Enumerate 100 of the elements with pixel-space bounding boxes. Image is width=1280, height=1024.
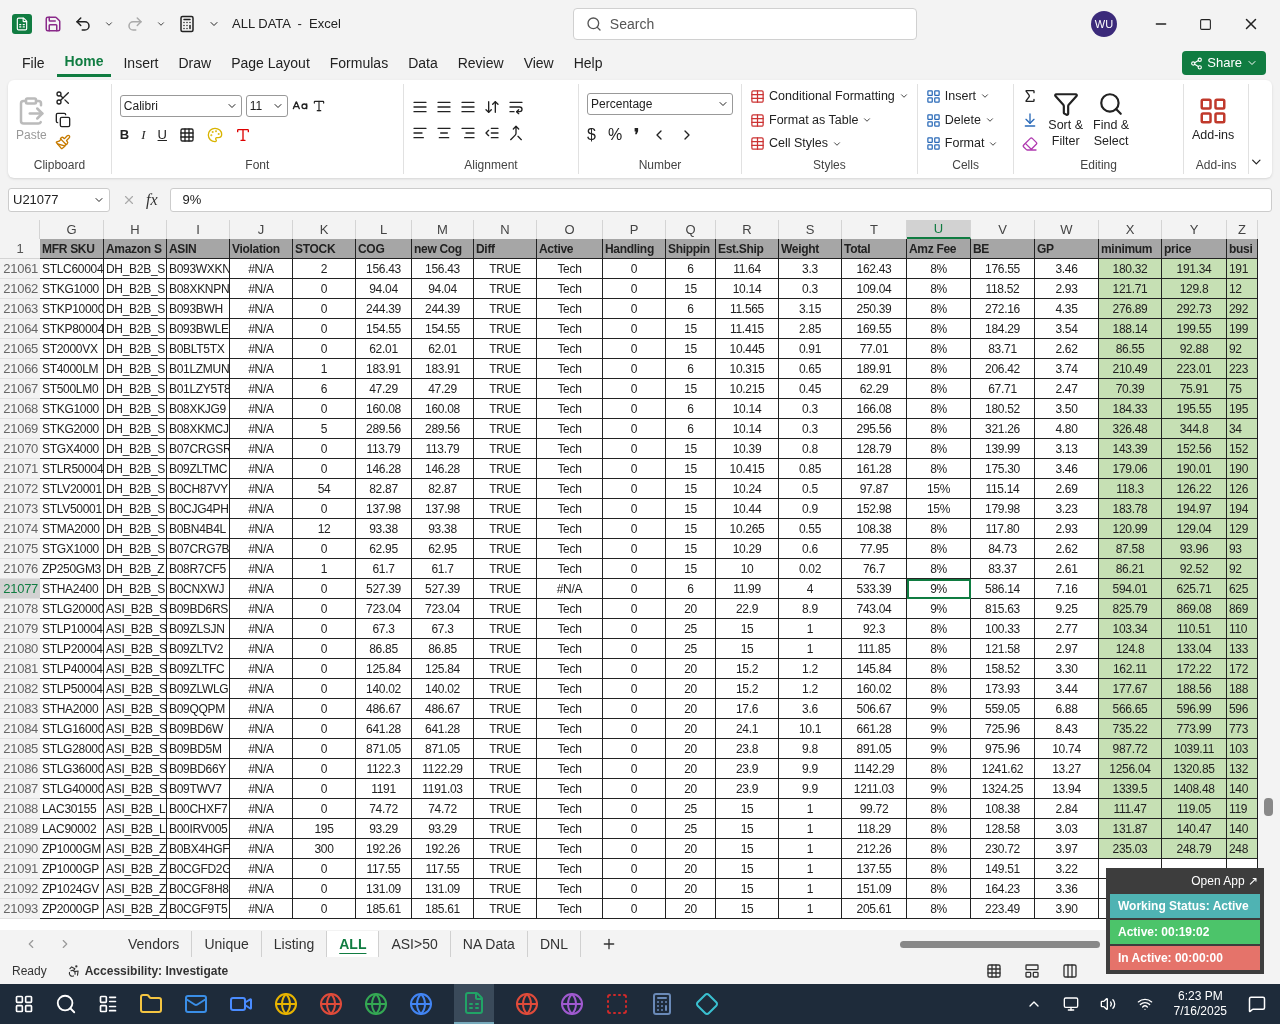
task-view-icon[interactable] — [98, 994, 118, 1014]
align-bottom-icon[interactable] — [459, 99, 476, 115]
sheet-tab[interactable]: ASI>50 — [379, 931, 451, 957]
browser-icon[interactable] — [319, 992, 343, 1016]
wifi-icon[interactable] — [1136, 996, 1153, 1012]
number-format-dropdown[interactable]: Percentage — [587, 93, 734, 115]
ribbon-tab[interactable]: Home — [56, 49, 112, 77]
calculator-icon[interactable] — [178, 15, 196, 33]
sheet-tab[interactable]: ALL — [327, 931, 380, 957]
row-number[interactable]: 21073 — [0, 499, 40, 519]
ribbon-tab[interactable]: Page Layout — [223, 49, 318, 77]
row-number[interactable]: 21092 — [0, 879, 40, 899]
browser-icon[interactable] — [515, 992, 539, 1016]
ribbon-tab[interactable]: Draw — [170, 49, 220, 77]
font-family-dropdown[interactable]: Calibri — [119, 95, 242, 118]
styles-button[interactable]: Conditional Formatting — [750, 86, 909, 106]
row-number[interactable]: 21082 — [0, 679, 40, 699]
currency-button[interactable]: $ — [587, 123, 596, 147]
browser-icon[interactable] — [560, 992, 584, 1016]
undo-icon[interactable] — [74, 15, 92, 33]
row-number[interactable]: 1 — [0, 239, 40, 259]
page-layout-icon[interactable] — [1024, 963, 1040, 979]
accessibility-icon[interactable] — [66, 964, 81, 978]
wrap-text-icon[interactable] — [507, 99, 524, 115]
sort-filter-button[interactable]: Sort & Filter — [1048, 91, 1084, 149]
ribbon-tab[interactable]: View — [515, 49, 562, 77]
sheet-tab[interactable]: NA Data — [450, 931, 528, 957]
copy-icon[interactable] — [54, 112, 71, 128]
comma-button[interactable]: ❜ — [634, 123, 640, 147]
fx-label[interactable]: fx — [146, 188, 158, 212]
search-field[interactable]: Search — [572, 8, 917, 40]
sheet-tab[interactable]: DNL — [527, 931, 581, 957]
row-number[interactable]: 21090 — [0, 839, 40, 859]
format-painter-icon[interactable] — [54, 134, 71, 150]
formula-field[interactable]: 9% — [169, 188, 1272, 212]
row-number[interactable]: 21070 — [0, 439, 40, 459]
sheet-tab[interactable]: Unique — [192, 931, 262, 957]
row-number[interactable]: 21075 — [0, 539, 40, 559]
row-number[interactable]: 21061 — [0, 259, 40, 279]
cells-button[interactable]: Insert — [925, 86, 999, 106]
align-left-icon[interactable] — [411, 125, 428, 141]
decrease-indent-icon[interactable] — [483, 125, 500, 141]
row-number[interactable]: 21088 — [0, 799, 40, 819]
maximize-icon[interactable] — [1199, 17, 1212, 31]
row-number[interactable]: 21089 — [0, 819, 40, 839]
underline-button[interactable]: U — [157, 125, 167, 145]
search-icon[interactable] — [55, 993, 77, 1015]
spreadsheet-app-icon[interactable] — [454, 984, 494, 1024]
share-button[interactable]: Share — [1182, 51, 1266, 75]
row-number[interactable]: 21068 — [0, 399, 40, 419]
diamond-app-icon[interactable] — [695, 992, 719, 1016]
row-number[interactable]: 21087 — [0, 779, 40, 799]
italic-button[interactable]: I — [141, 125, 146, 145]
open-app-link[interactable]: Open App ↗ — [1191, 870, 1260, 892]
row-number[interactable]: 21079 — [0, 619, 40, 639]
browser-icon[interactable] — [409, 992, 433, 1016]
ribbon-tab[interactable]: Formulas — [321, 49, 397, 77]
align-middle-icon[interactable] — [435, 99, 452, 115]
row-number[interactable]: 21064 — [0, 319, 40, 339]
row-number[interactable]: 21083 — [0, 699, 40, 719]
browser-icon[interactable] — [274, 992, 298, 1016]
column-header[interactable]: U — [907, 220, 971, 239]
sheet-tab[interactable]: Vendors — [116, 931, 193, 957]
styles-button[interactable]: Format as Table — [750, 110, 909, 130]
folder-icon[interactable] — [139, 992, 163, 1016]
clear-icon[interactable] — [1022, 136, 1039, 152]
styles-button[interactable]: Cell Styles — [750, 134, 909, 154]
row-number[interactable]: 21062 — [0, 279, 40, 299]
bold-button[interactable]: B — [119, 125, 130, 145]
calculator-app-icon[interactable] — [650, 992, 674, 1016]
row-number[interactable]: 21065 — [0, 339, 40, 359]
ribbon-tab[interactable]: File — [14, 49, 53, 77]
align-center-icon[interactable] — [435, 125, 452, 141]
font-color-icon[interactable] — [234, 127, 251, 143]
row-number[interactable]: 21071 — [0, 459, 40, 479]
row-number[interactable]: 21081 — [0, 659, 40, 679]
browser-icon[interactable] — [364, 992, 388, 1016]
row-number[interactable]: 21093 — [0, 899, 40, 919]
volume-icon[interactable] — [1099, 996, 1116, 1012]
page-break-icon[interactable] — [1062, 963, 1078, 979]
font-size-dropdown[interactable]: 11 — [245, 95, 288, 118]
row-number[interactable]: 21072 — [0, 479, 40, 499]
ribbon-tab[interactable]: Help — [565, 49, 611, 77]
align-right-icon[interactable] — [459, 125, 476, 141]
row-number[interactable]: 21086 — [0, 759, 40, 779]
notifications-icon[interactable] — [1248, 995, 1266, 1013]
caret-icon[interactable] — [104, 19, 114, 29]
add-ins-button[interactable]: Add-ins — [1191, 95, 1235, 145]
ribbon-tab[interactable]: Data — [400, 49, 446, 77]
name-box[interactable]: U21077 — [8, 188, 110, 212]
row-number[interactable]: 21085 — [0, 739, 40, 759]
mail-icon[interactable] — [184, 992, 208, 1016]
fill-color-icon[interactable] — [206, 127, 223, 143]
find-select-button[interactable]: Find & Select — [1093, 91, 1130, 149]
row-number[interactable]: 21078 — [0, 599, 40, 619]
row-number[interactable]: 21084 — [0, 719, 40, 739]
windows-start-icon[interactable] — [14, 994, 34, 1014]
row-number[interactable]: 21067 — [0, 379, 40, 399]
ribbon-tab[interactable]: Insert — [115, 49, 167, 77]
row-number[interactable]: 21063 — [0, 299, 40, 319]
